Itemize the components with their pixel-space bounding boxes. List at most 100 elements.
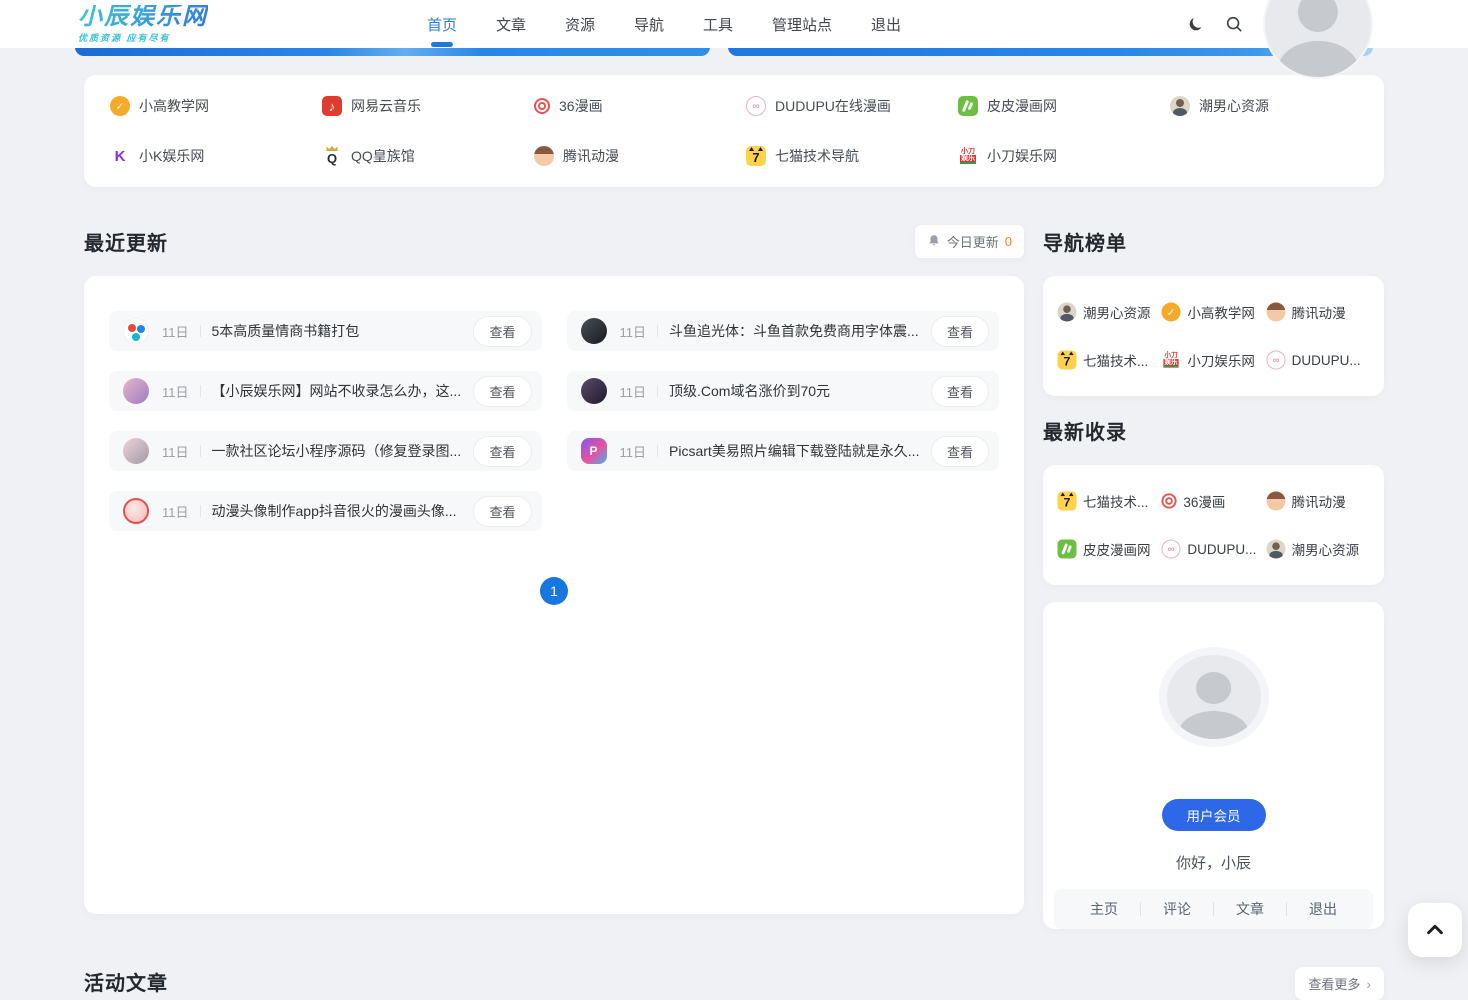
- view-button[interactable]: 查看: [931, 436, 989, 467]
- quick-link-item[interactable]: 小K娱乐网: [98, 131, 310, 181]
- update-item[interactable]: 11日 顶级.Com域名涨价到70元 查看: [567, 371, 1000, 411]
- user-link-logout[interactable]: 退出: [1287, 899, 1359, 919]
- ranking-item[interactable]: 腾讯动漫: [1266, 302, 1370, 322]
- update-item[interactable]: 11日 一款社区论坛小程序源码（修复登录图... 查看: [109, 431, 542, 471]
- quick-link-item[interactable]: DUDUPU在线漫画: [734, 81, 946, 131]
- update-title: 动漫头像制作app抖音很火的漫画头像...: [212, 501, 464, 521]
- latest-label: 腾讯动漫: [1292, 491, 1346, 511]
- divider: [657, 445, 658, 457]
- latest-item[interactable]: 腾讯动漫: [1266, 491, 1370, 511]
- ranking-label: 腾讯动漫: [1292, 302, 1346, 322]
- quick-link-label: 潮男心资源: [1199, 96, 1269, 116]
- update-item[interactable]: 11日 【小辰娱乐网】网站不收录怎么办，这... 查看: [109, 371, 542, 411]
- pink-pig-icon: [1162, 540, 1181, 559]
- picsart-logo-icon: [581, 438, 607, 464]
- user-link-home[interactable]: 主页: [1068, 899, 1140, 919]
- view-button[interactable]: 查看: [473, 376, 531, 407]
- search-icon[interactable]: [1225, 15, 1243, 33]
- ranking-label: 小刀娱乐网: [1187, 350, 1255, 370]
- ranking-item[interactable]: 七猫技术...: [1057, 350, 1161, 370]
- user-avatar-icon[interactable]: [1263, 0, 1373, 79]
- activity-articles-title: 活动文章: [84, 967, 168, 996]
- menu-item-navigation[interactable]: 导航: [634, 0, 664, 48]
- update-item[interactable]: 11日 Picsart美易照片编辑下载登陆就是永久... 查看: [567, 431, 1000, 471]
- menu-item-resources[interactable]: 资源: [565, 0, 595, 48]
- update-item[interactable]: 11日 动漫头像制作app抖音很火的漫画头像... 查看: [109, 491, 542, 531]
- user-link-comments[interactable]: 评论: [1141, 899, 1213, 919]
- back-to-top-button[interactable]: [1408, 903, 1462, 957]
- quick-link-item[interactable]: 36漫画: [522, 81, 734, 131]
- quick-link-item[interactable]: 皮皮漫画网: [946, 81, 1158, 131]
- xiaodao-logo-icon: [958, 146, 978, 166]
- quick-link-item[interactable]: 潮男心资源: [1158, 81, 1370, 131]
- today-update-count: 0: [1005, 234, 1012, 249]
- update-title: 顶级.Com域名涨价到70元: [669, 381, 921, 401]
- person-photo-icon: [1058, 303, 1077, 322]
- site-logo[interactable]: 小辰娱乐网 优质资源 应有尽有: [78, 5, 208, 44]
- user-link-articles[interactable]: 文章: [1214, 899, 1286, 919]
- ranking-item[interactable]: 小刀娱乐网: [1161, 350, 1265, 370]
- menu-item-articles[interactable]: 文章: [496, 0, 526, 48]
- latest-label: 36漫画: [1183, 491, 1225, 511]
- quick-link-label: 皮皮漫画网: [987, 96, 1057, 116]
- user-links-bar: 主页 评论 文章 退出: [1054, 889, 1373, 929]
- crown-q-icon: [322, 146, 342, 166]
- quick-link-item[interactable]: 小刀娱乐网: [946, 131, 1158, 181]
- latest-label: 潮男心资源: [1292, 539, 1360, 559]
- user-avatar-placeholder[interactable]: [1159, 647, 1269, 747]
- divider: [200, 505, 201, 517]
- divider: [200, 385, 201, 397]
- quick-link-item[interactable]: QQ皇族馆: [310, 131, 522, 181]
- update-date: 11日: [162, 382, 189, 401]
- view-button[interactable]: 查看: [473, 436, 531, 467]
- quick-link-item[interactable]: 七猫技术导航: [734, 131, 946, 181]
- nav-ranking-card: 潮男心资源 小高教学网 腾讯动漫 七猫技术... 小刀娱乐网: [1043, 276, 1384, 396]
- update-date: 11日: [162, 502, 189, 521]
- pagination: 1: [109, 577, 999, 605]
- seven-cat-icon: [1058, 351, 1077, 370]
- quick-link-label: 36漫画: [559, 96, 603, 116]
- today-update-badge[interactable]: 今日更新 0: [915, 225, 1024, 258]
- quick-link-label: 七猫技术导航: [775, 146, 859, 166]
- purple-k-icon: [110, 146, 130, 166]
- update-item[interactable]: 11日 斗鱼追光体：斗鱼首款免费商用字体震... 查看: [567, 311, 1000, 351]
- view-button[interactable]: 查看: [931, 316, 989, 347]
- ranking-item[interactable]: DUDUPU...: [1266, 350, 1370, 370]
- latest-item[interactable]: 潮男心资源: [1266, 539, 1370, 559]
- update-title: Picsart美易照片编辑下载登陆就是永久...: [669, 441, 921, 461]
- xiaodao-logo-icon: [1162, 351, 1181, 370]
- navbar-actions: [1187, 0, 1373, 79]
- dark-mode-moon-icon[interactable]: [1187, 15, 1205, 33]
- view-more-button[interactable]: 查看更多: [1295, 967, 1384, 1000]
- quick-link-item[interactable]: 腾讯动漫: [522, 131, 734, 181]
- update-date: 11日: [620, 382, 647, 401]
- quick-link-item[interactable]: 网易云音乐: [310, 81, 522, 131]
- menu-item-manage-site[interactable]: 管理站点: [772, 0, 832, 48]
- latest-added-card: 七猫技术... 36漫画 腾讯动漫 皮皮漫画网 DUDUPU...: [1043, 465, 1384, 585]
- page-content: 小高教学网 网易云音乐 36漫画 DUDUPU在线漫画 皮皮漫画网 潮男心资源 …: [84, 0, 1384, 1000]
- menu-item-tools[interactable]: 工具: [703, 0, 733, 48]
- view-button[interactable]: 查看: [931, 376, 989, 407]
- latest-item[interactable]: 七猫技术...: [1057, 491, 1161, 511]
- menu-item-logout[interactable]: 退出: [871, 0, 901, 48]
- quick-link-item[interactable]: 小高教学网: [98, 81, 310, 131]
- view-button[interactable]: 查看: [473, 316, 531, 347]
- update-date: 11日: [620, 322, 647, 341]
- quick-link-label: 小K娱乐网: [139, 146, 204, 166]
- update-item[interactable]: 11日 5本高质量情商书籍打包 查看: [109, 311, 542, 351]
- update-title: 【小辰娱乐网】网站不收录怎么办，这...: [212, 381, 464, 401]
- ranking-item[interactable]: 潮男心资源: [1057, 302, 1161, 322]
- menu-item-home[interactable]: 首页: [427, 0, 457, 48]
- member-badge-button[interactable]: 用户会员: [1162, 799, 1266, 831]
- latest-item[interactable]: 36漫画: [1161, 491, 1265, 511]
- person-photo-icon: [1170, 96, 1190, 116]
- latest-item[interactable]: DUDUPU...: [1161, 539, 1265, 559]
- pagination-page-1[interactable]: 1: [540, 577, 568, 605]
- ranking-item[interactable]: 小高教学网: [1161, 302, 1265, 322]
- green-leaf-icon: [958, 96, 978, 116]
- latest-item[interactable]: 皮皮漫画网: [1057, 539, 1161, 559]
- red-target-icon: [534, 98, 550, 114]
- ranking-label: 七猫技术...: [1083, 350, 1148, 370]
- person-photo-icon: [1266, 540, 1285, 559]
- view-button[interactable]: 查看: [473, 496, 531, 527]
